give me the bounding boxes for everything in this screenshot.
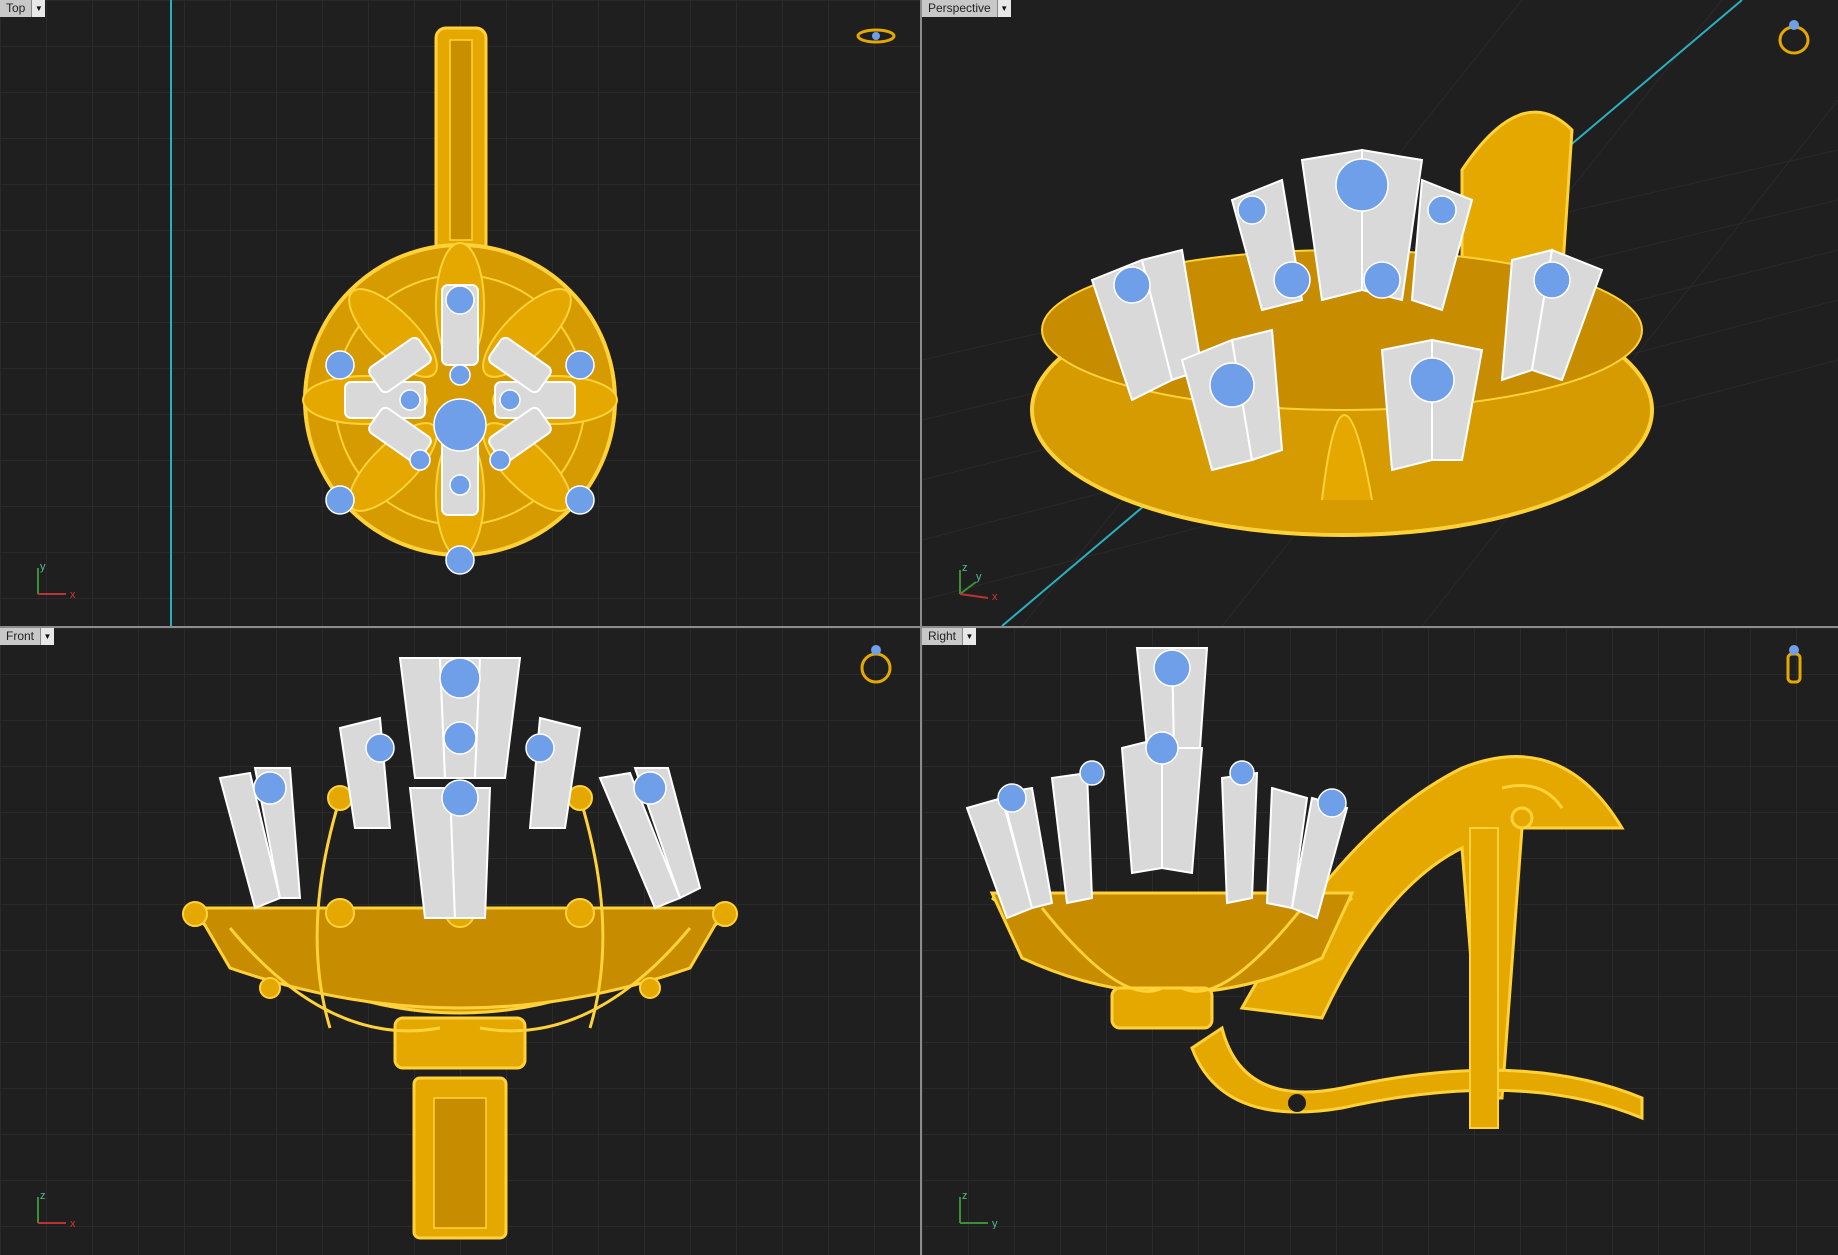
viewport-perspective[interactable]: Perspective ▼ z y x — [922, 0, 1838, 626]
ring-front-view-icon — [854, 642, 898, 686]
ring-perspective-icon — [1772, 14, 1816, 58]
svg-text:y: y — [976, 571, 982, 583]
viewport-name[interactable]: Top — [0, 0, 32, 17]
viewport-top[interactable]: Top ▼ y x — [0, 0, 920, 626]
axis-indicator: z x — [32, 1189, 82, 1230]
dropdown-arrow-icon[interactable]: ▼ — [996, 0, 1011, 17]
viewport-front[interactable]: Front ▼ z x — [0, 628, 920, 1255]
svg-text:z: z — [962, 1190, 968, 1202]
axis-indicator: y x — [32, 560, 82, 601]
viewport-label[interactable]: Top ▼ — [0, 0, 46, 17]
viewport-label[interactable]: Front ▼ — [0, 628, 55, 645]
viewport-name[interactable]: Right — [922, 628, 963, 645]
viewport-name[interactable]: Perspective — [922, 0, 997, 17]
ring-top-view-icon — [854, 14, 898, 58]
dropdown-arrow-icon[interactable]: ▼ — [40, 628, 55, 645]
pendant-front-view — [0, 628, 920, 1255]
pendant-top-view — [0, 0, 920, 626]
axis-indicator: z y — [954, 1189, 1004, 1230]
svg-text:z: z — [962, 562, 968, 574]
svg-text:y: y — [992, 1218, 998, 1229]
viewport-divider[interactable] — [0, 626, 1838, 628]
viewport-label[interactable]: Right ▼ — [922, 628, 977, 645]
dropdown-arrow-icon[interactable]: ▼ — [962, 628, 977, 645]
axis-indicator: z y x — [954, 560, 1004, 603]
viewport-right[interactable]: Right ▼ z y — [922, 628, 1838, 1255]
dropdown-arrow-icon[interactable]: ▼ — [31, 0, 46, 17]
pendant-right-view — [922, 628, 1838, 1255]
svg-text:z: z — [40, 1190, 46, 1202]
viewport-name[interactable]: Front — [0, 628, 41, 645]
svg-text:x: x — [992, 591, 998, 600]
ring-side-view-icon — [1772, 642, 1816, 686]
svg-text:x: x — [70, 1218, 76, 1229]
viewport-label[interactable]: Perspective ▼ — [922, 0, 1011, 17]
svg-text:y: y — [40, 561, 46, 573]
svg-text:x: x — [70, 589, 76, 600]
pendant-perspective-view — [922, 0, 1838, 626]
